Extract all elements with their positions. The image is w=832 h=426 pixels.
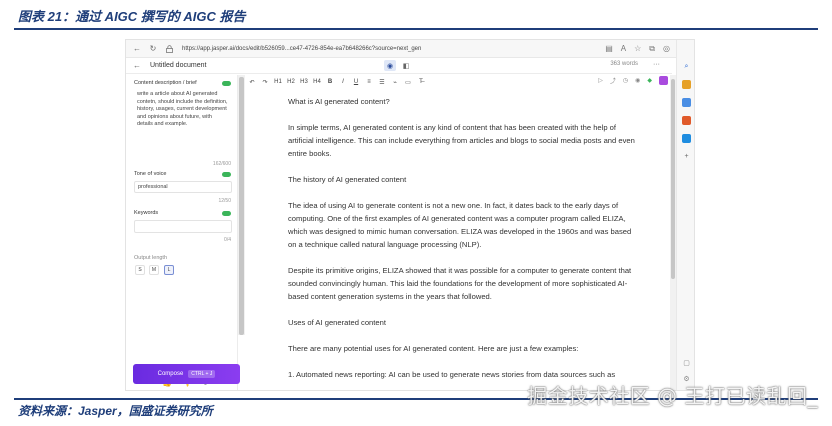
- app-header: ← Untitled document ◉ ◧ 363 words ···: [126, 58, 672, 74]
- url-field[interactable]: https://app.jasper.ai/docs/edit/b526059.…: [182, 46, 421, 52]
- compose-label: Compose: [157, 371, 184, 377]
- outlook-icon[interactable]: [682, 134, 691, 143]
- tools-icon[interactable]: [682, 98, 691, 107]
- keywords-label: Keywords: [134, 210, 159, 216]
- tone-toggle[interactable]: [222, 172, 231, 177]
- top-rule: [14, 28, 818, 30]
- compose-button[interactable]: Compose CTRL + J: [133, 364, 240, 384]
- numbered-list-icon[interactable]: ≡: [365, 79, 373, 85]
- tone-input[interactable]: professional: [134, 181, 232, 193]
- clear-format-icon[interactable]: T̶: [417, 79, 425, 85]
- add-icon[interactable]: +: [682, 152, 691, 161]
- left-panel-scrollbar[interactable]: [238, 75, 245, 335]
- length-m-button[interactable]: M: [149, 265, 159, 275]
- reload-icon[interactable]: ↻: [148, 44, 158, 54]
- heading2-button[interactable]: H2: [287, 79, 295, 85]
- document-title[interactable]: Untitled document: [150, 62, 206, 69]
- length-s-button[interactable]: S: [135, 265, 145, 275]
- content-brief-toggle[interactable]: [222, 81, 231, 86]
- watermark: 掘金技术社区 @ 王打已读乱回_: [527, 384, 818, 408]
- more-options-button[interactable]: ···: [653, 61, 660, 68]
- back-arrow-icon[interactable]: ←: [132, 44, 142, 54]
- bullet-list-icon[interactable]: ☰: [378, 79, 386, 86]
- document-editor[interactable]: What is AI generated content? In simple …: [288, 95, 638, 394]
- history-icon[interactable]: ◷: [623, 77, 628, 84]
- profile-icon[interactable]: ◎: [663, 44, 670, 54]
- figure-source: 资料来源：Jasper，国盛证券研究所: [18, 404, 213, 418]
- toolbar-right: ▷ ⤴ ◷ ◉ ◆: [598, 76, 668, 85]
- editor-toolbar: ↶ ↷ H1 H2 H3 H4 B I U ≡ ☰ ⌁ ▭ T̶ ▷ ⤴ ◷ ◉…: [246, 76, 672, 88]
- report-figure: 图表 21：通过 AIGC 撰写的 AIGC 报告 ← ↻ https://ap…: [0, 0, 832, 426]
- heading-history: The history of AI generated content: [288, 175, 407, 184]
- keywords-count: 0/4: [224, 237, 231, 243]
- link-icon[interactable]: ⌁: [391, 79, 399, 86]
- translate-icon[interactable]: A: [621, 44, 626, 54]
- paragraph-uses-intro: There are many potential uses for AI gen…: [288, 344, 579, 353]
- length-l-button[interactable]: L: [164, 265, 174, 275]
- keywords-toggle[interactable]: [222, 211, 231, 216]
- shopping-icon[interactable]: [682, 80, 691, 89]
- paragraph-history: The idea of using AI to generate content…: [288, 201, 632, 249]
- screenshot-icon[interactable]: ▢: [682, 358, 691, 367]
- heading3-button[interactable]: H3: [300, 79, 308, 85]
- browser-sidebar: ⌕ + ▢ ⚙: [676, 40, 694, 390]
- italic-button[interactable]: I: [339, 79, 347, 85]
- split-view-icon[interactable]: ◧: [400, 60, 412, 71]
- lock-icon: [164, 44, 174, 54]
- reader-icon[interactable]: ▤: [605, 44, 613, 54]
- compose-settings-panel: Content description / brief write a arti…: [126, 75, 238, 390]
- left-scroll-thumb[interactable]: [239, 77, 244, 335]
- heading-uses: Uses of AI generated content: [288, 318, 386, 327]
- favorite-icon[interactable]: ☆: [634, 44, 641, 54]
- undo-icon[interactable]: ↶: [248, 79, 256, 86]
- paragraph-eliza: Despite its primitive origins, ELIZA sho…: [288, 266, 632, 301]
- plagiarism-icon[interactable]: ◉: [635, 77, 640, 84]
- keywords-input[interactable]: [134, 220, 232, 233]
- heading4-button[interactable]: H4: [313, 79, 321, 85]
- output-length-label: Output length: [134, 255, 168, 261]
- content-brief-count: 162/600: [212, 161, 231, 167]
- heading1-button[interactable]: H1: [274, 79, 282, 85]
- tone-label: Tone of voice: [134, 171, 167, 177]
- word-count: 363 words: [610, 61, 638, 67]
- address-bar: ← ↻ https://app.jasper.ai/docs/edit/b526…: [126, 40, 694, 58]
- tone-count: 12/50: [218, 198, 231, 204]
- jasper-icon[interactable]: [659, 76, 668, 85]
- redo-icon[interactable]: ↷: [261, 79, 269, 86]
- figure-title: 图表 21：通过 AIGC 撰写的 AIGC 报告: [18, 9, 246, 24]
- content-brief-label: Content description / brief: [134, 80, 197, 86]
- compose-shortcut: CTRL + J: [188, 370, 216, 378]
- grammar-icon[interactable]: ◆: [647, 77, 652, 84]
- browser-actions: ▤ A ☆ ⧉ ◎ ⋯: [605, 44, 686, 54]
- heading-what-is: What is AI generated content?: [288, 97, 390, 106]
- eye-icon[interactable]: ◉: [384, 60, 396, 71]
- image-icon[interactable]: ▭: [404, 79, 412, 86]
- share-icon[interactable]: ⤴: [610, 76, 616, 85]
- content-brief-input[interactable]: write a article about AI generated conte…: [134, 89, 232, 147]
- search-icon[interactable]: ⌕: [682, 62, 691, 71]
- collections-icon[interactable]: ⧉: [649, 44, 655, 54]
- play-icon[interactable]: ▷: [598, 77, 603, 84]
- underline-button[interactable]: U: [352, 79, 360, 85]
- view-toggle: ◉ ◧: [384, 60, 412, 71]
- office-icon[interactable]: [682, 116, 691, 125]
- editor-scroll-thumb[interactable]: [671, 79, 675, 279]
- paragraph-definition: In simple terms, AI generated content is…: [288, 123, 635, 158]
- doc-back-icon[interactable]: ←: [132, 61, 142, 71]
- bold-button[interactable]: B: [326, 79, 334, 85]
